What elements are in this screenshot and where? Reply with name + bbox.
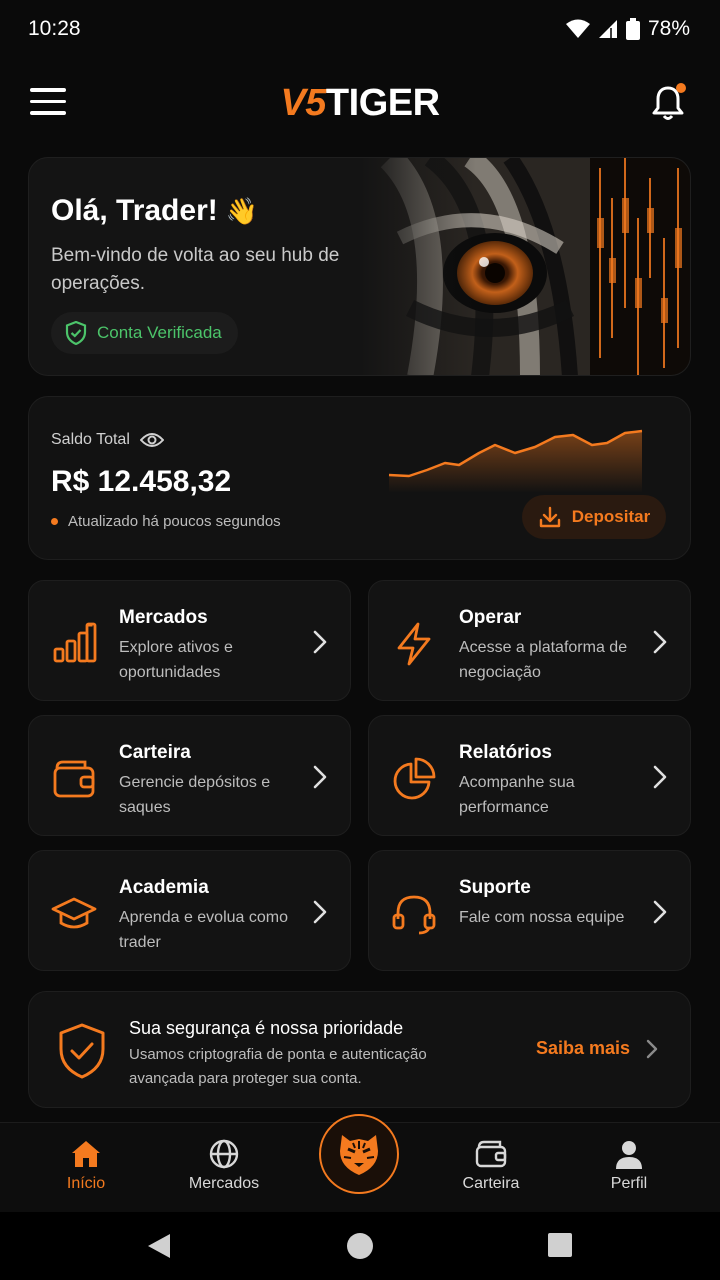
notification-badge (676, 83, 686, 93)
tile-title: Mercados (119, 607, 208, 628)
nav-item-mercados[interactable]: Mercados (169, 1139, 279, 1193)
chevron-right-icon (646, 1039, 658, 1058)
menu-button[interactable] (30, 88, 66, 118)
menu-icon-line (30, 111, 66, 115)
user-icon (616, 1141, 642, 1169)
verified-label: Conta Verificada (97, 323, 222, 342)
menu-icon-line (30, 99, 66, 103)
wallet-icon (53, 760, 95, 798)
shield-check-icon (59, 1023, 105, 1079)
chevron-right-icon (313, 765, 327, 789)
tile-suporte[interactable]: Suporte Fale com nossa equipe (368, 850, 691, 971)
system-nav-bar (0, 1212, 720, 1280)
tile-desc: Acesse a plataforma de negociação (459, 639, 628, 681)
security-desc: Usamos criptografia de ponta e autentica… (129, 1046, 427, 1087)
nav-item-carteira[interactable]: Carteira (436, 1139, 546, 1193)
nav-label: Perfil (610, 1175, 648, 1192)
tile-mercados[interactable]: Mercados Explore ativos e oportunidades (28, 580, 351, 701)
balance-sparkline (388, 429, 643, 493)
nav-item-inicio[interactable]: Início (31, 1139, 141, 1193)
tile-operar[interactable]: Operar Acesse a plataforma de negociação (368, 580, 691, 701)
nav-item-perfil[interactable]: Perfil (574, 1139, 684, 1193)
chevron-right-icon (653, 630, 667, 654)
nav-label: Início (66, 1175, 106, 1192)
tile-desc: Acompanhe sua performance (459, 774, 575, 816)
security-banner: Sua segurança é nossa prioridade Usamos … (28, 991, 691, 1108)
globe-icon (209, 1139, 239, 1169)
home-icon (72, 1141, 100, 1167)
welcome-text: Olá, Trader! 👋 Bem-vindo de volta ao seu… (51, 194, 351, 298)
tile-carteira[interactable]: Carteira Gerencie depósitos e saques (28, 715, 351, 836)
tiger-head-icon (340, 1135, 378, 1175)
balance-label: Saldo Total (51, 431, 130, 448)
chevron-right-icon (653, 900, 667, 924)
deposit-button[interactable]: Depositar (522, 495, 666, 539)
balance-updated-text: Atualizado há poucos segundos (68, 513, 281, 530)
tile-desc: Aprenda e evolua como trader (119, 909, 288, 951)
wave-icon: 👋 (225, 195, 259, 226)
verified-badge: Conta Verificada (51, 312, 238, 354)
tile-title: Academia (119, 877, 209, 898)
bottom-nav: Início Mercados Carteira Perfil (0, 1114, 720, 1212)
tile-title: Carteira (119, 742, 191, 763)
shield-check-icon (65, 321, 87, 345)
pie-chart-icon (393, 757, 436, 800)
notifications-button[interactable] (648, 83, 688, 123)
eye-icon[interactable] (139, 432, 164, 448)
welcome-card: Olá, Trader! 👋 Bem-vindo de volta ao seu… (28, 157, 691, 376)
menu-icon (30, 88, 66, 92)
wifi-icon (565, 19, 590, 38)
balance-updated: Atualizado há poucos segundos (51, 513, 281, 530)
battery-icon (625, 18, 640, 40)
status-icons: 78% (565, 17, 690, 41)
tiger-eye-image (360, 158, 690, 375)
app-logo: V5TIGER (280, 81, 440, 125)
learn-more-link[interactable]: Saiba mais (536, 1038, 658, 1059)
app-header: V5TIGER (0, 70, 720, 136)
tile-title: Relatórios (459, 742, 552, 763)
lightning-icon (397, 622, 431, 666)
tile-desc: Fale com nossa equipe (459, 909, 625, 926)
logo-tiger: TIGER (325, 81, 440, 124)
nav-label: Carteira (462, 1175, 520, 1192)
tile-academia[interactable]: Academia Aprenda e evolua como trader (28, 850, 351, 971)
balance-value: R$ 12.458,32 (51, 465, 232, 498)
welcome-title: Olá, Trader! 👋 (51, 194, 351, 228)
deposit-label: Depositar (571, 507, 651, 526)
tile-relatorios[interactable]: Relatórios Acompanhe sua performance (368, 715, 691, 836)
welcome-subtitle: Bem-vindo de volta ao seu hub de operaçõ… (51, 245, 340, 294)
tiger-action-button[interactable] (319, 1114, 399, 1194)
greeting: Olá, Trader! (51, 194, 218, 227)
tile-title: Suporte (459, 877, 531, 898)
live-dot (51, 518, 58, 525)
battery-level: 78% (647, 17, 690, 40)
learn-more-label: Saiba mais (535, 1038, 630, 1058)
headset-icon (392, 895, 436, 935)
chevron-right-icon (653, 765, 667, 789)
download-icon (539, 506, 560, 528)
nav-label: Mercados (188, 1175, 260, 1192)
security-title: Sua segurança é nossa prioridade (129, 1018, 404, 1038)
tile-desc: Explore ativos e oportunidades (119, 639, 233, 681)
chevron-right-icon (313, 630, 327, 654)
graduation-cap-icon (51, 897, 97, 929)
back-icon[interactable] (146, 1232, 172, 1260)
bar-chart-icon (53, 622, 97, 663)
tile-desc: Gerencie depósitos e saques (119, 774, 271, 816)
chevron-right-icon (313, 900, 327, 924)
status-bar: 10:28 78% (0, 0, 720, 58)
logo-v5: V5 (280, 81, 326, 124)
status-time: 10:28 (28, 17, 81, 40)
tile-title: Operar (459, 607, 522, 628)
signal-icon (598, 20, 617, 38)
balance-card: Saldo Total R$ 12.458,32 Atualizado há p… (28, 396, 691, 560)
recents-icon[interactable] (547, 1232, 573, 1258)
balance-label-row: Saldo Total (51, 431, 164, 449)
home-circle-icon[interactable] (346, 1232, 374, 1260)
wallet-icon (475, 1140, 507, 1168)
